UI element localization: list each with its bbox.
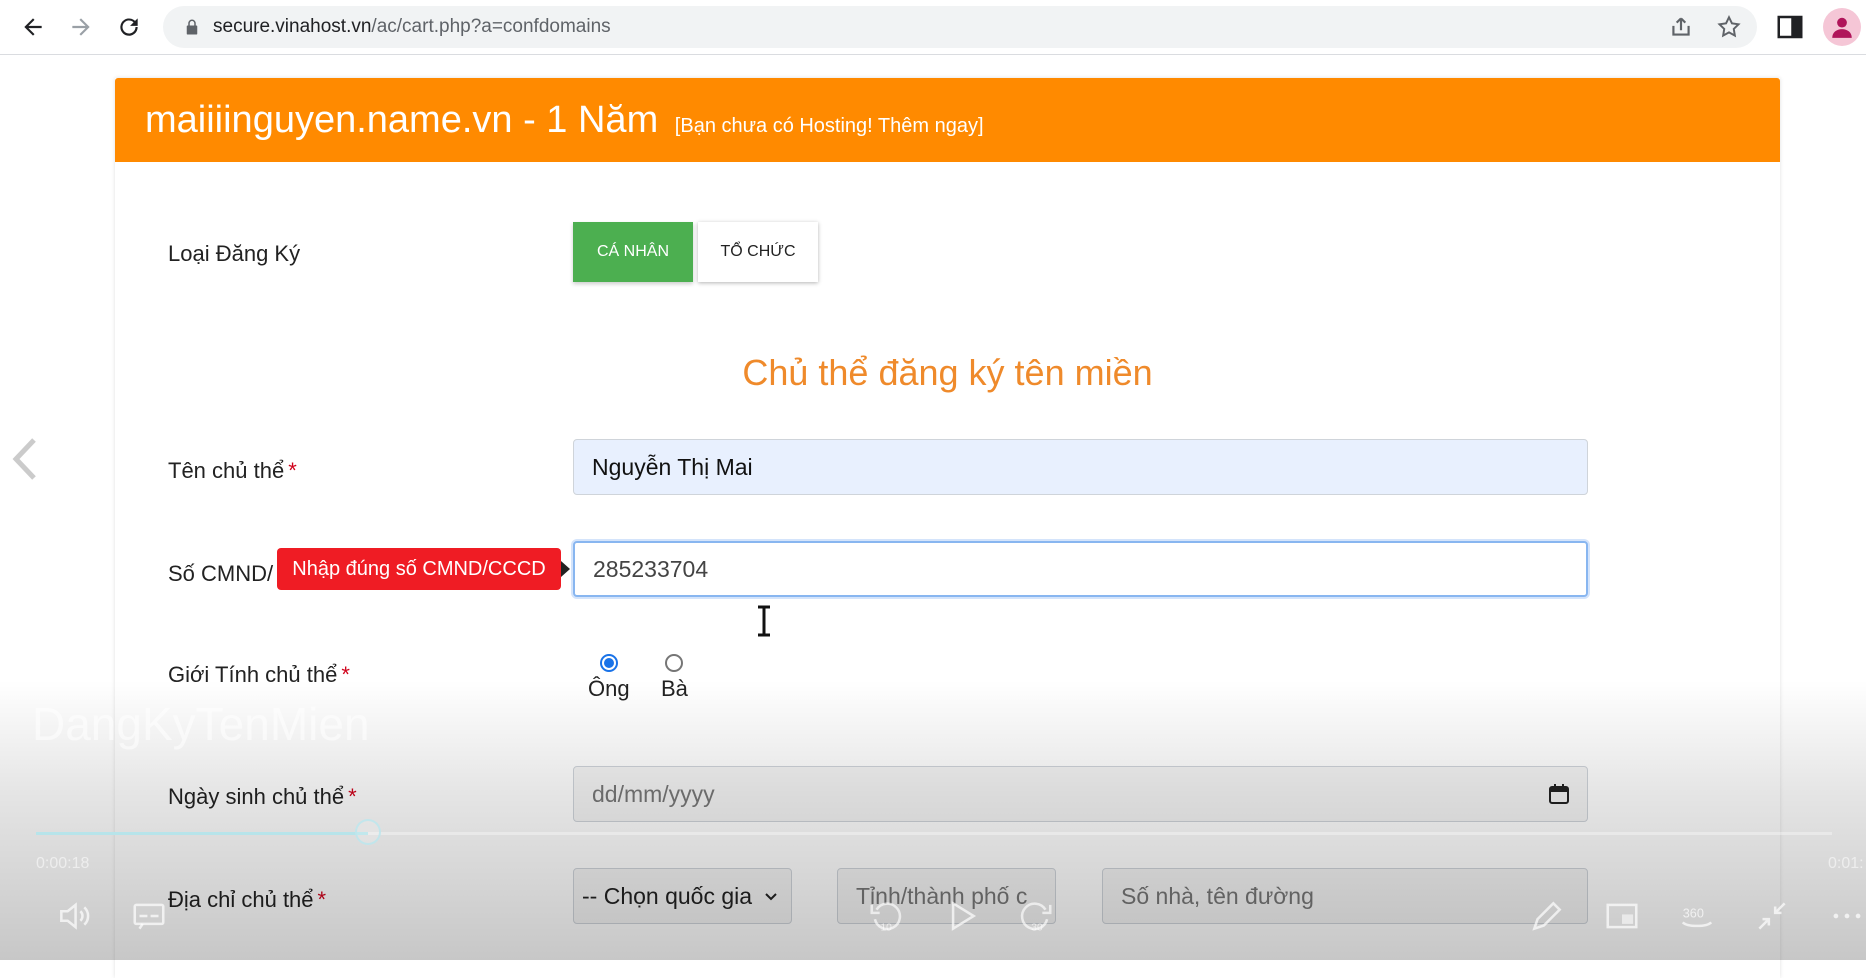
owner-name-label: Tên chủ thể * bbox=[168, 458, 297, 484]
url-text[interactable]: secure.vinahost.vn/ac/cart.php?a=confdom… bbox=[213, 6, 611, 48]
tooltip-arrow-icon bbox=[561, 561, 570, 577]
browser-toolbar: secure.vinahost.vn/ac/cart.php?a=confdom… bbox=[0, 0, 1866, 55]
dob-input[interactable]: dd/mm/yyyy bbox=[573, 766, 1588, 822]
required-mark: * bbox=[348, 784, 357, 809]
country-select[interactable]: -- Chọn quốc gia bbox=[573, 868, 792, 924]
picture-in-picture-icon[interactable] bbox=[1603, 897, 1641, 935]
add-hosting-link[interactable]: [Bạn chưa có Hosting! Thêm ngay] bbox=[675, 115, 984, 137]
video-progress-handle[interactable] bbox=[355, 819, 381, 845]
domain-name-text: maiiiinguyen.name.vn - 1 Năm bbox=[145, 99, 659, 141]
share-icon[interactable] bbox=[1668, 14, 1694, 40]
text-cursor-icon bbox=[758, 605, 770, 637]
id-number-label: Số CMND/ bbox=[168, 561, 274, 586]
dob-placeholder: dd/mm/yyyy bbox=[592, 781, 715, 807]
subtitles-icon[interactable] bbox=[130, 897, 168, 935]
required-mark: * bbox=[288, 458, 297, 483]
address-label: Địa chỉ chủ thể * bbox=[168, 887, 326, 913]
skip-forward-icon[interactable]: 30 bbox=[1017, 897, 1055, 935]
chevron-down-icon bbox=[765, 893, 777, 901]
side-panel-icon[interactable] bbox=[1775, 12, 1805, 42]
minimize-icon[interactable] bbox=[1753, 897, 1791, 935]
volume-icon[interactable] bbox=[55, 897, 93, 935]
skip-forward-seconds: 30 bbox=[1031, 922, 1043, 933]
more-options-icon[interactable] bbox=[1828, 897, 1866, 935]
dob-label: Ngày sinh chủ thể * bbox=[168, 784, 357, 810]
gender-label-text: Giới Tính chủ thể bbox=[168, 662, 338, 687]
required-mark: * bbox=[341, 662, 350, 687]
url-host: secure.vinahost.vn bbox=[213, 16, 372, 37]
organization-button[interactable]: TỔ CHỨC bbox=[698, 222, 818, 282]
url-path: /ac/cart.php?a=confdomains bbox=[371, 16, 611, 37]
gender-label: Giới Tính chủ thể * bbox=[168, 662, 350, 688]
country-select-value: -- Chọn quốc gia bbox=[582, 883, 753, 909]
view-mode-label: 360 bbox=[1683, 907, 1704, 921]
section-title: Chủ thể đăng ký tên miền bbox=[742, 352, 1153, 393]
forward-icon[interactable] bbox=[63, 9, 99, 45]
street-input[interactable]: Số nhà, tên đường bbox=[1102, 868, 1588, 924]
address-label-text: Địa chỉ chủ thể bbox=[168, 887, 314, 912]
video-progress-bar[interactable] bbox=[36, 832, 1832, 835]
current-time: 0:00:18 bbox=[36, 855, 90, 872]
radio-unselected-icon[interactable] bbox=[665, 654, 684, 672]
dob-label-text: Ngày sinh chủ thể bbox=[168, 784, 345, 809]
video-title: DangKyTenMien bbox=[32, 698, 370, 750]
skip-back-seconds: 10 bbox=[880, 922, 892, 933]
view-360-icon[interactable]: 360 bbox=[1678, 897, 1716, 935]
end-time: 0:01: bbox=[1828, 855, 1864, 872]
owner-name-input[interactable]: Nguyễn Thị Mai bbox=[573, 439, 1588, 495]
video-progress-fill bbox=[36, 832, 368, 835]
play-icon[interactable] bbox=[942, 897, 980, 935]
id-number-input[interactable]: 285233704 bbox=[573, 541, 1588, 597]
previous-chevron-icon[interactable] bbox=[8, 436, 42, 482]
individual-button[interactable]: CÁ NHÂN bbox=[573, 222, 693, 282]
skip-back-icon[interactable]: 10 bbox=[867, 897, 905, 935]
reload-icon[interactable] bbox=[111, 9, 147, 45]
gender-option-label: Bà bbox=[661, 676, 688, 701]
person-icon bbox=[1832, 17, 1852, 38]
lock-icon[interactable] bbox=[183, 18, 201, 36]
radio-selected-icon[interactable] bbox=[599, 654, 618, 672]
gender-option-ba[interactable]: Bà bbox=[661, 654, 688, 702]
back-icon[interactable] bbox=[15, 9, 51, 45]
address-bar[interactable]: secure.vinahost.vn/ac/cart.php?a=confdom… bbox=[163, 6, 1757, 48]
calendar-icon[interactable] bbox=[1547, 782, 1571, 806]
bookmark-star-icon[interactable] bbox=[1716, 14, 1742, 40]
card-header: maiiiinguyen.name.vn - 1 Năm [Bạn chưa c… bbox=[115, 78, 1780, 162]
gender-option-ong[interactable]: Ông bbox=[588, 654, 630, 702]
owner-name-label-text: Tên chủ thể bbox=[168, 458, 285, 483]
domain-title: maiiiinguyen.name.vn - 1 Năm [Bạn chưa c… bbox=[145, 78, 984, 168]
annotate-pencil-icon[interactable] bbox=[1528, 897, 1566, 935]
registration-type-label: Loại Đăng Ký bbox=[168, 241, 301, 266]
gender-option-label: Ông bbox=[588, 676, 630, 701]
required-mark: * bbox=[317, 887, 327, 912]
profile-avatar[interactable] bbox=[1823, 8, 1861, 46]
id-validation-tooltip: Nhập đúng số CMND/CCCD bbox=[277, 548, 561, 590]
